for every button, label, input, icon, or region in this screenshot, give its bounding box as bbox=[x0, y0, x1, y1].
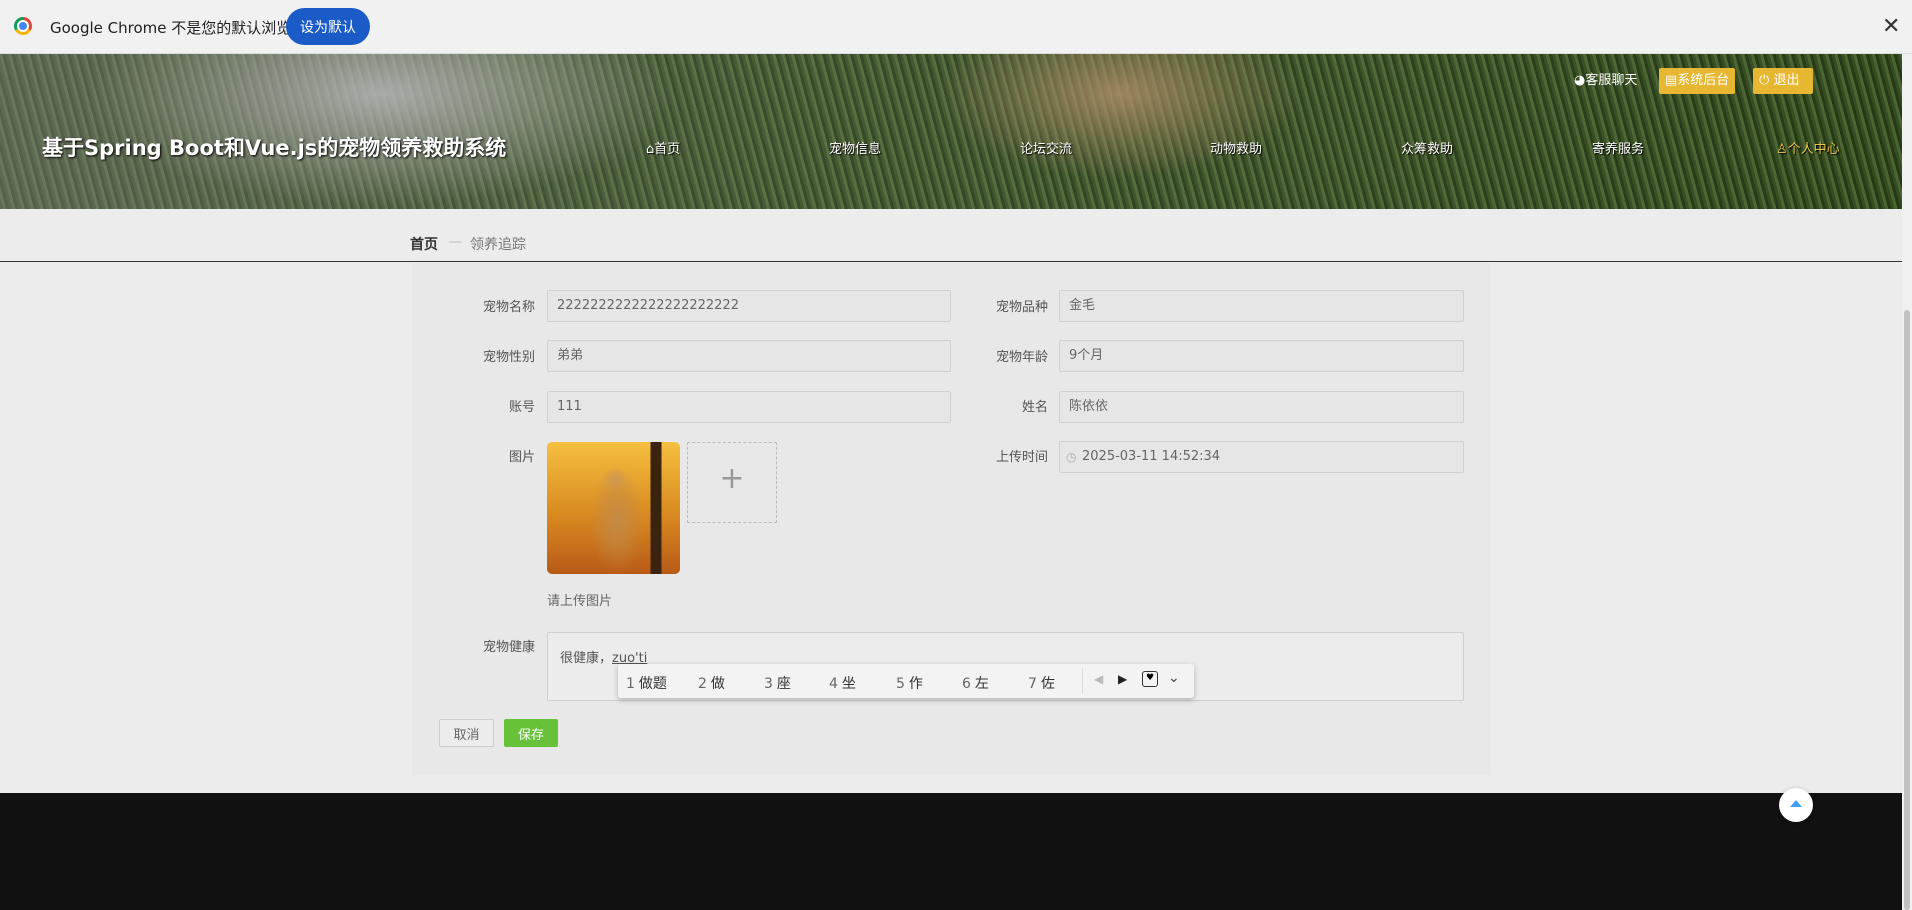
candidate-text: 做题 bbox=[638, 676, 667, 692]
plus-icon: + bbox=[719, 461, 745, 496]
chrome-logo-icon bbox=[14, 17, 32, 35]
nav-forum-label: 论坛交流 bbox=[1020, 142, 1073, 157]
candidate-text: 佐 bbox=[1040, 676, 1055, 692]
account-field[interactable]: 111 bbox=[547, 391, 951, 423]
account-label: 账号 bbox=[508, 400, 535, 415]
logout-label: 退出 bbox=[1773, 73, 1800, 88]
close-icon[interactable]: ✕ bbox=[1882, 14, 1900, 39]
pet-health-label: 宠物健康 bbox=[482, 640, 535, 655]
ime-candidate[interactable]: 2做 bbox=[698, 673, 725, 693]
ime-divider bbox=[1082, 668, 1083, 694]
candidate-text: 做 bbox=[710, 676, 725, 692]
pet-health-value: 很健康， bbox=[560, 651, 613, 666]
admin-label: 系统后台 bbox=[1677, 73, 1730, 88]
name-field[interactable]: 陈依依 bbox=[1059, 391, 1464, 423]
candidate-text: 作 bbox=[908, 676, 923, 692]
nav-home[interactable]: ⌂首页 bbox=[646, 138, 680, 157]
pet-name-label: 宠物名称 bbox=[482, 300, 535, 315]
candidate-number: 6 bbox=[962, 676, 971, 692]
chat-label: 客服聊天 bbox=[1585, 73, 1638, 88]
emoji-panel-icon[interactable]: ♥ bbox=[1142, 671, 1158, 687]
nav-pet-info[interactable]: 宠物信息 bbox=[829, 138, 881, 157]
name-label: 姓名 bbox=[1021, 400, 1048, 415]
ime-candidate[interactable]: 3座 bbox=[764, 673, 791, 693]
admin-button[interactable]: ▤系统后台 bbox=[1659, 68, 1736, 94]
breadcrumb-separator: — bbox=[448, 234, 462, 250]
set-default-button[interactable]: 设为默认 bbox=[286, 8, 370, 45]
chat-link[interactable]: ◕客服聊天 bbox=[1568, 68, 1643, 94]
pet-breed-field[interactable]: 金毛 bbox=[1059, 290, 1464, 322]
nav-animal-rescue-label: 动物救助 bbox=[1210, 142, 1263, 157]
pet-photo[interactable] bbox=[547, 442, 680, 574]
nav-forum[interactable]: 论坛交流 bbox=[1020, 138, 1072, 157]
back-to-top-button[interactable] bbox=[1779, 788, 1813, 822]
upload-time-value: 2025-03-11 14:52:34 bbox=[1082, 449, 1221, 464]
candidate-number: 1 bbox=[626, 676, 635, 692]
breadcrumb-home[interactable]: 首页 bbox=[410, 234, 438, 254]
logout-button[interactable]: ⏻ 退出 bbox=[1753, 68, 1813, 94]
site-header: 基于Spring Boot和Vue.js的宠物领养救助系统 ◕客服聊天 ▤系统后… bbox=[0, 54, 1902, 209]
ime-candidate[interactable]: 6左 bbox=[962, 673, 989, 693]
breadcrumb: 首页 — 领养追踪 bbox=[0, 226, 1902, 262]
power-icon: ⏻ bbox=[1759, 73, 1770, 88]
upload-hint: 请上传图片 bbox=[547, 594, 613, 609]
image-label: 图片 bbox=[508, 450, 535, 465]
candidate-number: 2 bbox=[698, 676, 707, 692]
ime-candidate[interactable]: 4坐 bbox=[829, 673, 856, 693]
nav-foster[interactable]: 寄养服务 bbox=[1592, 138, 1644, 157]
breadcrumb-current: 领养追踪 bbox=[470, 237, 526, 253]
chat-icon: ◕ bbox=[1574, 73, 1586, 88]
pet-gender-label: 宠物性别 bbox=[482, 350, 535, 365]
nav-personal-center-label: 个人中心 bbox=[1787, 142, 1840, 157]
ime-candidate[interactable]: 1 做题 bbox=[626, 673, 667, 693]
upload-image-button[interactable]: + bbox=[687, 442, 777, 523]
candidate-text: 左 bbox=[974, 676, 989, 692]
pet-age-label: 宠物年龄 bbox=[995, 350, 1048, 365]
site-title: 基于Spring Boot和Vue.js的宠物领养救助系统 bbox=[42, 136, 507, 160]
nav-pet-info-label: 宠物信息 bbox=[829, 142, 882, 157]
nav-home-label: 首页 bbox=[654, 142, 681, 157]
copy-icon: ▤ bbox=[1665, 73, 1678, 88]
pet-age-field[interactable]: 9个月 bbox=[1059, 340, 1464, 372]
nav-foster-label: 寄养服务 bbox=[1592, 142, 1645, 157]
clock-icon: ◷ bbox=[1066, 450, 1077, 464]
candidate-number: 3 bbox=[764, 676, 773, 692]
nav-personal-center[interactable]: ♙个人中心 bbox=[1776, 138, 1840, 157]
chevron-down-icon[interactable]: ⌄ bbox=[1168, 670, 1180, 686]
infobar-message: Google Chrome 不是您的默认浏览器 bbox=[50, 19, 307, 37]
ime-candidate[interactable]: 7佐 bbox=[1028, 673, 1055, 693]
candidate-text: 座 bbox=[776, 676, 791, 692]
nav-animal-rescue[interactable]: 动物救助 bbox=[1210, 138, 1262, 157]
user-icon: ♙ bbox=[1776, 142, 1788, 157]
ime-candidate-bar: 1 做题 2做 3座 4坐 5作 6左 7佐 ◀ ▶ ♥ ⌄ bbox=[618, 664, 1194, 698]
ime-candidate[interactable]: 5作 bbox=[896, 673, 923, 693]
candidate-number: 5 bbox=[896, 676, 905, 692]
nav-crowdfunding[interactable]: 众筹救助 bbox=[1401, 138, 1453, 157]
page-scrollbar[interactable] bbox=[1902, 54, 1912, 910]
prev-page-icon[interactable]: ◀ bbox=[1094, 672, 1103, 686]
nav-crowdfunding-label: 众筹救助 bbox=[1401, 142, 1454, 157]
page-footer bbox=[0, 793, 1902, 910]
pet-name-field[interactable]: 2222222222222222222222 bbox=[547, 290, 951, 322]
save-button[interactable]: 保存 bbox=[504, 719, 558, 747]
upload-time-label: 上传时间 bbox=[995, 450, 1048, 465]
upload-time-field[interactable]: ◷ 2025-03-11 14:52:34 bbox=[1059, 441, 1464, 473]
default-browser-infobar: Google Chrome 不是您的默认浏览器 设为默认 ✕ bbox=[0, 0, 1912, 54]
scrollbar-thumb[interactable] bbox=[1904, 310, 1910, 910]
candidate-number: 4 bbox=[829, 676, 838, 692]
next-page-icon[interactable]: ▶ bbox=[1118, 672, 1127, 686]
cancel-button[interactable]: 取消 bbox=[439, 719, 494, 747]
candidate-number: 7 bbox=[1028, 676, 1037, 692]
candidate-text: 坐 bbox=[841, 676, 856, 692]
pet-gender-field[interactable]: 弟弟 bbox=[547, 340, 951, 372]
pet-breed-label: 宠物品种 bbox=[995, 300, 1048, 315]
